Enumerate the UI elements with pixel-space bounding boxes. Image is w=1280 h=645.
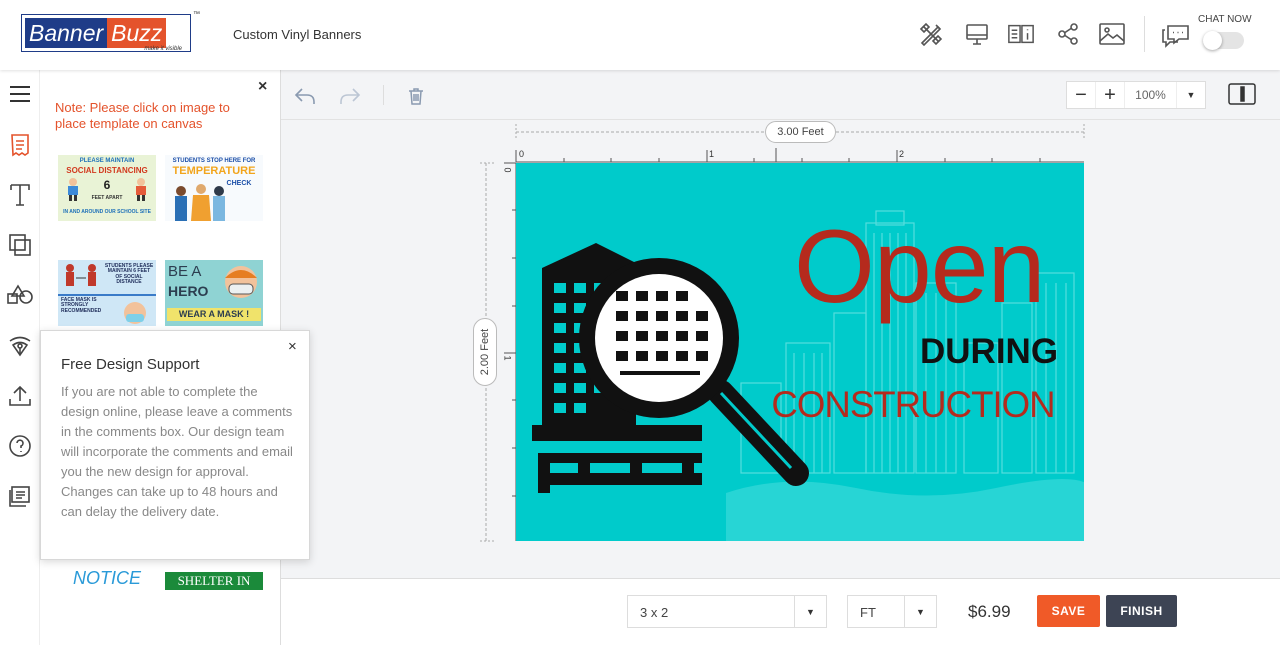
finish-button[interactable]: FINISH [1106, 595, 1177, 627]
thumb2-line2: TEMPERATURE [172, 165, 256, 177]
background-icon[interactable] [6, 231, 34, 259]
text-icon[interactable] [6, 181, 34, 209]
upload-icon[interactable] [6, 382, 34, 410]
logo-banner-text: Banner [25, 18, 108, 48]
canvas-text-construction[interactable]: CONSTRUCTION [771, 386, 1055, 423]
thumb6-line1: SHELTER IN [177, 573, 251, 588]
clipart-icon[interactable] [6, 332, 34, 360]
student-figure-left [68, 178, 78, 201]
size-select[interactable]: 3 x 2 ▼ [627, 595, 827, 628]
thumb4-line1: BE A [168, 263, 202, 280]
ruler-h-tick-2: 2 [899, 149, 905, 159]
template-icon[interactable] [6, 131, 34, 159]
reference-icon[interactable] [1007, 20, 1035, 48]
comments-icon[interactable] [6, 482, 34, 510]
panel-close-button[interactable]: × [258, 78, 267, 96]
trash-icon [409, 88, 423, 105]
preview-icon[interactable] [963, 20, 991, 48]
thumb4-line3: WEAR A MASK ! [167, 308, 261, 322]
logo-buzz-text: Buzz [107, 18, 167, 48]
height-dimension-label: 2.00 Feet [473, 318, 497, 386]
zoom-dropdown-button[interactable]: ▼ [1177, 82, 1205, 108]
size-select-chevron-icon[interactable]: ▼ [794, 596, 826, 627]
ruler-h-tick-1: 1 [709, 149, 715, 159]
image-icon[interactable] [1098, 20, 1126, 48]
price-label: $6.99 [968, 602, 1011, 621]
tool-rail [0, 70, 40, 645]
thumb3-divider [58, 294, 156, 296]
thumb1-line3: 6 [103, 178, 111, 192]
shapes-icon[interactable] [6, 281, 34, 309]
popup-body: If you are not able to complete the desi… [61, 384, 293, 519]
template-thumb-notice[interactable]: NOTICE [58, 567, 156, 589]
unit-select[interactable]: FT ▼ [847, 595, 937, 628]
masked-face [124, 302, 146, 324]
bannerbuzz-logo[interactable]: Banner Buzz make it visible ™ [21, 11, 200, 52]
zoom-out-button[interactable]: − [1067, 82, 1096, 108]
template-thumb-shelter-in-place[interactable]: SHELTER IN [165, 572, 263, 590]
width-dimension-label: 3.00 Feet [765, 121, 836, 143]
unit-select-value: FT [860, 605, 876, 620]
chat-icon[interactable] [1160, 20, 1192, 48]
menu-icon[interactable] [6, 80, 34, 108]
chat-toggle-knob [1203, 31, 1222, 50]
redo-icon [340, 88, 361, 104]
template-thumb-social-distancing[interactable]: PLEASE MAINTAIN SOCIAL DISTANCING 6 FEET… [58, 155, 156, 221]
ruler-v-tick-0: 0 [502, 167, 513, 173]
popup-close-button[interactable]: × [288, 338, 297, 355]
canvas-text-during[interactable]: DURING [920, 334, 1058, 369]
ruler-h-tick-0: 0 [519, 149, 525, 159]
thumb5-line1: NOTICE [72, 568, 141, 588]
logo-trademark: ™ [193, 11, 200, 18]
thumb1-line1: PLEASE MAINTAIN [79, 158, 135, 164]
thumb3-line2: FACE MASK IS STRONGLY RECOMMENDED [61, 297, 102, 314]
header: Banner Buzz make it visible ™ Custom Viny… [0, 0, 1280, 70]
layers-toggle-button[interactable] [1228, 82, 1256, 106]
toolbar-divider [383, 85, 384, 105]
template-thumb-temperature-check[interactable]: STUDENTS STOP HERE FOR TEMPERATURE CHECK [165, 155, 263, 221]
hero-face [225, 266, 257, 298]
delete-button[interactable] [404, 84, 428, 108]
temperature-check-figures [175, 184, 225, 221]
thumb1-line2: SOCIAL DISTANCING [66, 166, 148, 175]
canvas-text-open[interactable]: Open [794, 215, 1045, 319]
undo-icon [294, 88, 315, 104]
undo-button[interactable] [293, 84, 317, 108]
chat-now-label: CHAT NOW [1198, 14, 1252, 25]
template-thumb-maintain-distance[interactable]: STUDENTS PLEASE MAINTAIN 6 FEET OF SOCIA… [58, 260, 156, 326]
header-divider [1144, 16, 1145, 52]
popup-title: Free Design Support [61, 356, 200, 373]
panel-note: Note: Please click on image to place tem… [55, 100, 230, 131]
save-button[interactable]: SAVE [1037, 595, 1100, 627]
thumb1-line5: IN AND AROUND OUR SCHOOL SITE [63, 209, 151, 215]
design-tools-icon[interactable] [917, 20, 945, 48]
redo-button[interactable] [338, 84, 362, 108]
chat-toggle[interactable] [1203, 31, 1244, 50]
design-support-popup: × Free Design Support If you are not abl… [40, 330, 310, 560]
height-dimension-text: 2.00 Feet [479, 328, 491, 376]
design-canvas[interactable]: Open DURING CONSTRUCTION [516, 163, 1084, 541]
unit-select-chevron-icon[interactable]: ▼ [904, 596, 936, 627]
zoom-control: − + 100% ▼ [1066, 81, 1206, 109]
distance-figures [66, 264, 96, 286]
thumb3-line1: STUDENTS PLEASE MAINTAIN 6 FEET OF SOCIA… [104, 263, 154, 285]
ruler-v-tick-1: 1 [502, 355, 513, 361]
thumb4-line2: HERO [168, 283, 209, 299]
zoom-value[interactable]: 100% [1125, 82, 1177, 108]
page-title: Custom Vinyl Banners [233, 27, 362, 42]
layers-toggle-icon [1228, 83, 1256, 105]
thumb2-line1: STUDENTS STOP HERE FOR [172, 158, 256, 164]
student-figure-right [136, 178, 146, 201]
help-icon[interactable] [6, 432, 34, 460]
logo-tagline: make it visible [144, 46, 182, 52]
zoom-in-button[interactable]: + [1096, 82, 1125, 108]
template-thumb-be-a-hero[interactable]: BE A HERO WEAR A MASK ! [165, 260, 263, 326]
size-select-value: 3 x 2 [640, 605, 669, 620]
share-icon[interactable] [1054, 20, 1082, 48]
